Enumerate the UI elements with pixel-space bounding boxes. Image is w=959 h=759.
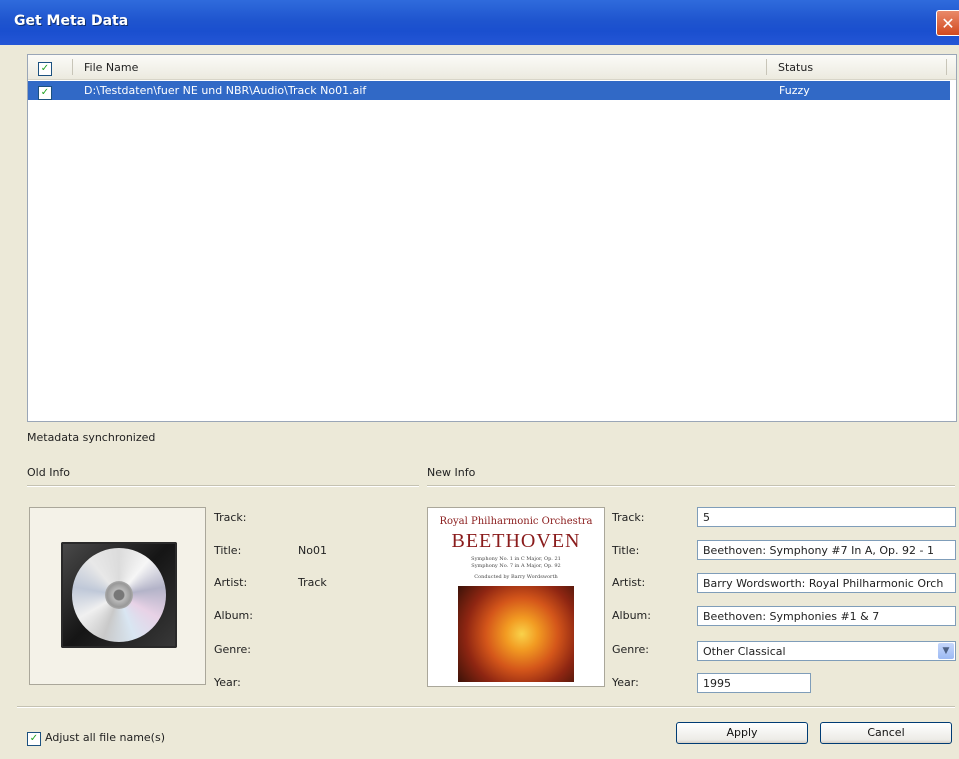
new-album-label: Album: <box>612 609 651 622</box>
column-divider[interactable] <box>946 59 947 75</box>
genre-selected-value: Other Classical <box>703 645 786 658</box>
column-header-file-name[interactable]: File Name <box>84 61 138 74</box>
old-album-art <box>29 507 206 685</box>
column-divider[interactable] <box>72 59 73 75</box>
check-icon: ✓ <box>38 62 52 76</box>
chevron-down-icon[interactable]: ▼ <box>938 643 954 659</box>
title-field[interactable]: Beethoven: Symphony #7 In A, Op. 92 - 1 <box>697 540 956 560</box>
new-info-divider <box>427 485 955 487</box>
cover-painting <box>458 586 574 682</box>
album-field[interactable]: Beethoven: Symphonies #1 & 7 <box>697 606 956 626</box>
new-album-cover: Royal Philharmonic Orchestra BEETHOVEN S… <box>427 507 605 687</box>
old-genre-label: Genre: <box>214 643 252 656</box>
new-genre-label: Genre: <box>612 643 650 656</box>
row-file-name: D:\Testdaten\fuer NE und NBR\Audio\Track… <box>84 84 367 97</box>
new-track-label: Track: <box>612 511 645 524</box>
old-info-divider <box>27 485 419 487</box>
cover-line-2: Symphony No. 7 in A Major, Op. 92 <box>471 563 561 569</box>
track-field[interactable]: 5 <box>697 507 956 527</box>
new-info-heading: New Info <box>427 466 476 479</box>
status-message: Metadata synchronized <box>27 431 156 444</box>
new-year-label: Year: <box>612 676 639 689</box>
old-title-value: No01 <box>298 544 327 557</box>
disc-graphic <box>72 548 166 642</box>
cover-line-1: Symphony No. 1 in C Major, Op. 21 <box>471 556 561 562</box>
check-icon: ✓ <box>27 732 41 746</box>
old-album-label: Album: <box>214 609 253 622</box>
cd-icon <box>61 542 177 648</box>
cancel-button[interactable]: Cancel <box>820 722 952 744</box>
row-status: Fuzzy <box>779 84 810 97</box>
table-row[interactable]: ✓ D:\Testdaten\fuer NE und NBR\Audio\Tra… <box>28 81 950 100</box>
window-title: Get Meta Data <box>14 13 129 29</box>
old-title-label: Title: <box>214 544 242 557</box>
artist-field[interactable]: Barry Wordsworth: Royal Philharmonic Orc… <box>697 573 956 593</box>
row-checkbox[interactable]: ✓ <box>38 84 52 100</box>
list-header: ✓ File Name Status <box>28 55 956 80</box>
select-all-checkbox[interactable]: ✓ <box>38 60 52 76</box>
genre-select[interactable]: Other Classical ▼ <box>697 641 956 661</box>
adjust-filenames-label[interactable]: Adjust all file name(s) <box>45 731 165 744</box>
cover-composer: BEETHOVEN <box>451 530 581 552</box>
close-icon[interactable]: ✕ <box>936 10 959 36</box>
year-field[interactable]: 1995 <box>697 673 811 693</box>
apply-button[interactable]: Apply <box>676 722 808 744</box>
file-list[interactable]: ✓ File Name Status ✓ D:\Testdaten\fuer N… <box>27 54 957 422</box>
old-info-heading: Old Info <box>27 466 71 479</box>
old-artist-label: Artist: <box>214 576 248 589</box>
new-title-label: Title: <box>612 544 640 557</box>
dialog-window: Get Meta Data ✕ ✓ File Name Status ✓ D:\… <box>0 0 959 759</box>
disc-hub <box>105 581 133 609</box>
adjust-filenames-checkbox[interactable]: ✓ <box>27 730 41 746</box>
new-artist-label: Artist: <box>612 576 646 589</box>
column-divider[interactable] <box>766 59 767 75</box>
cover-orchestra: Royal Philharmonic Orchestra <box>439 516 593 527</box>
footer-divider <box>17 706 955 708</box>
title-bar[interactable]: Get Meta Data ✕ <box>0 0 959 45</box>
cover-line-3: Conducted by Barry Wordsworth <box>474 574 558 580</box>
column-header-status[interactable]: Status <box>778 61 813 74</box>
check-icon: ✓ <box>38 86 52 100</box>
old-artist-value: Track <box>298 576 327 589</box>
old-year-label: Year: <box>214 676 241 689</box>
old-track-label: Track: <box>214 511 247 524</box>
